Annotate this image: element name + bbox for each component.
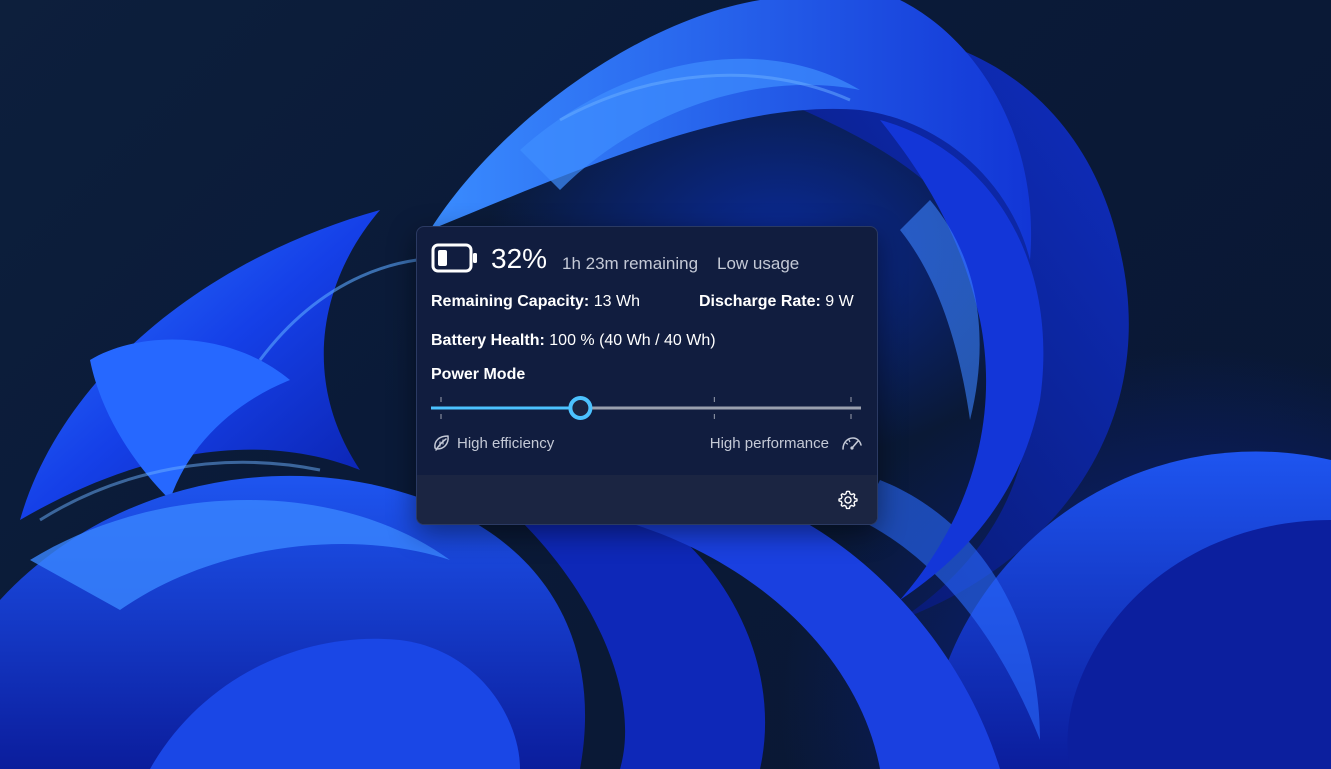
battery-level-fill — [438, 250, 447, 266]
battery-flyout-body: 32% 1h 23m remaining Low usage Remaining… — [417, 227, 877, 475]
discharge-rate-value: 9 W — [825, 293, 854, 310]
battery-health-label: Battery Health: — [431, 332, 545, 349]
slider-thumb[interactable] — [568, 396, 593, 420]
remaining-capacity: Remaining Capacity: 13 Wh — [431, 291, 640, 313]
battery-icon — [431, 243, 477, 273]
high-efficiency-option: High efficiency — [431, 431, 554, 455]
gear-icon — [838, 490, 858, 510]
desktop: 32% 1h 23m remaining Low usage Remaining… — [0, 0, 1331, 769]
leaf-icon — [434, 435, 449, 451]
power-mode-title: Power Mode — [431, 366, 526, 383]
high-performance-option: High performance — [710, 431, 863, 455]
high-efficiency-label: High efficiency — [457, 434, 555, 452]
battery-flyout-footer — [417, 475, 877, 524]
battery-health: Battery Health: 100 % (40 Wh / 40 Wh) — [431, 330, 716, 352]
discharge-rate: Discharge Rate: 9 W — [699, 291, 854, 313]
high-performance-label: High performance — [709, 434, 829, 452]
battery-percent: 32% — [491, 243, 548, 274]
discharge-rate-label: Discharge Rate: — [699, 293, 821, 310]
remaining-capacity-label: Remaining Capacity: — [431, 293, 590, 310]
power-mode-slider[interactable] — [431, 393, 861, 423]
gauge-icon — [842, 437, 862, 450]
remaining-capacity-value: 13 Wh — [593, 293, 640, 310]
usage-level: Low usage — [717, 254, 800, 273]
battery-health-value: 100 % (40 Wh / 40 Wh) — [549, 332, 716, 349]
battery-flyout: 32% 1h 23m remaining Low usage Remaining… — [416, 226, 878, 525]
settings-button[interactable] — [835, 487, 861, 513]
time-remaining: 1h 23m remaining — [562, 254, 699, 273]
